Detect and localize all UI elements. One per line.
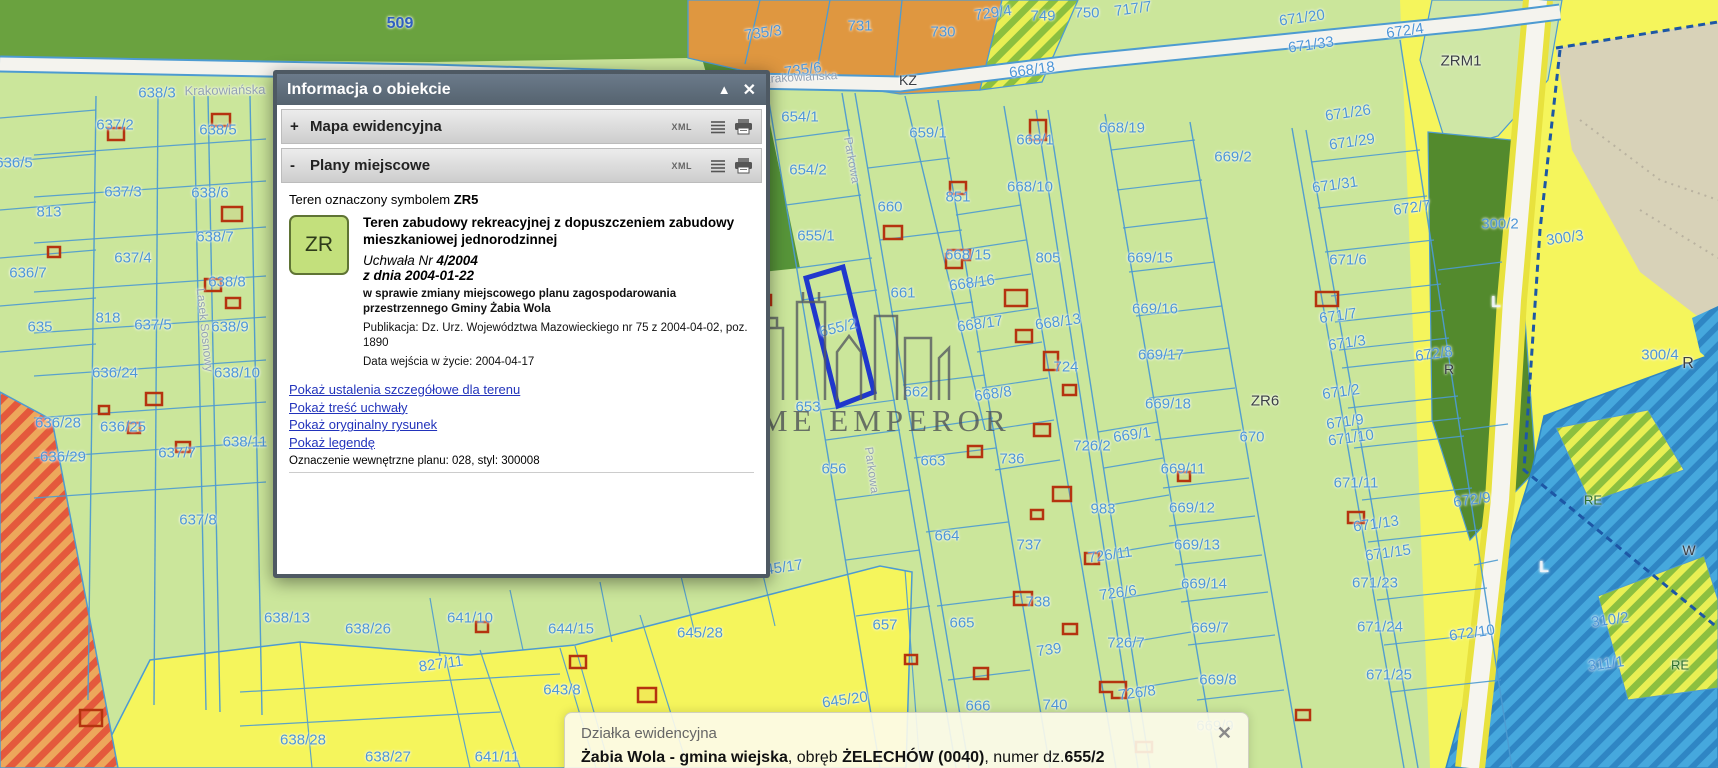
oznaczenie-text: Oznaczenie wewnętrzne planu: 028, styl: … (289, 455, 754, 473)
section-plany-miejscowe[interactable]: - Plany miejscowe XML (281, 148, 762, 183)
teren-symbol-line: Teren oznaczony symbolem ZR5 (289, 192, 754, 207)
expand-icon[interactable]: + (290, 118, 310, 135)
xml-icon[interactable]: XML (672, 122, 693, 132)
teren-symbol: ZR5 (454, 192, 479, 207)
w-sprawie-text: w sprawie zmiany miejscowego planu zagos… (363, 287, 754, 317)
uchwala-line: Uchwała Nr 4/2004 (363, 253, 754, 268)
zone-description: Teren zabudowy rekreacyjnej z dopuszczen… (363, 215, 754, 249)
collapse-icon[interactable]: ▲ (718, 82, 731, 97)
panel-body: Teren oznaczony symbolem ZR5 ZR Teren za… (277, 183, 766, 574)
info-panel: Informacja o obiekcie ▲ ✕ + Mapa ewidenc… (273, 70, 770, 578)
parcel-info-title: Działka ewidencyjna (581, 725, 1217, 742)
info-panel-title: Informacja o obiekcie (287, 81, 706, 99)
cadastral-map[interactable] (0, 0, 1718, 768)
panel-link[interactable]: Pokaż ustalenia szczegółowe dla terenu (289, 381, 754, 399)
section-mapa-ewidencyjna[interactable]: + Mapa ewidencyjna XML (281, 109, 762, 144)
collapse-section-icon[interactable]: - (290, 157, 310, 174)
panel-link[interactable]: Pokaż oryginalny rysunek (289, 416, 754, 434)
parcel-info-line: Żabia Wola - gmina wiejska, obręb ŻELECH… (581, 749, 1232, 767)
xml-icon[interactable]: XML (672, 161, 693, 171)
zone-badge: ZR (289, 215, 349, 275)
panel-link[interactable]: Pokaż legendę (289, 434, 754, 452)
list-icon[interactable] (710, 159, 726, 173)
close-icon[interactable]: ✕ (743, 80, 756, 100)
list-icon[interactable] (710, 120, 726, 134)
panel-links: Pokaż ustalenia szczegółowe dla terenuPo… (289, 381, 754, 453)
panel-link[interactable]: Pokaż treść uchwały (289, 399, 754, 417)
uchwala-date: z dnia 2004-01-22 (363, 268, 754, 283)
publikacja-text: Publikacja: Dz. Urz. Województwa Mazowie… (363, 321, 754, 351)
print-icon[interactable] (734, 119, 753, 135)
close-icon[interactable]: ✕ (1217, 723, 1232, 744)
data-wejscia-text: Data wejścia w życie: 2004-04-17 (363, 355, 754, 370)
info-panel-titlebar[interactable]: Informacja o obiekcie ▲ ✕ (277, 74, 766, 105)
map-viewer: 509735/3735/6731730729/4749750717/7671/2… (0, 0, 1718, 768)
print-icon[interactable] (734, 158, 753, 174)
parcel-info-bar: Działka ewidencyjna ✕ Żabia Wola - gmina… (564, 712, 1249, 768)
